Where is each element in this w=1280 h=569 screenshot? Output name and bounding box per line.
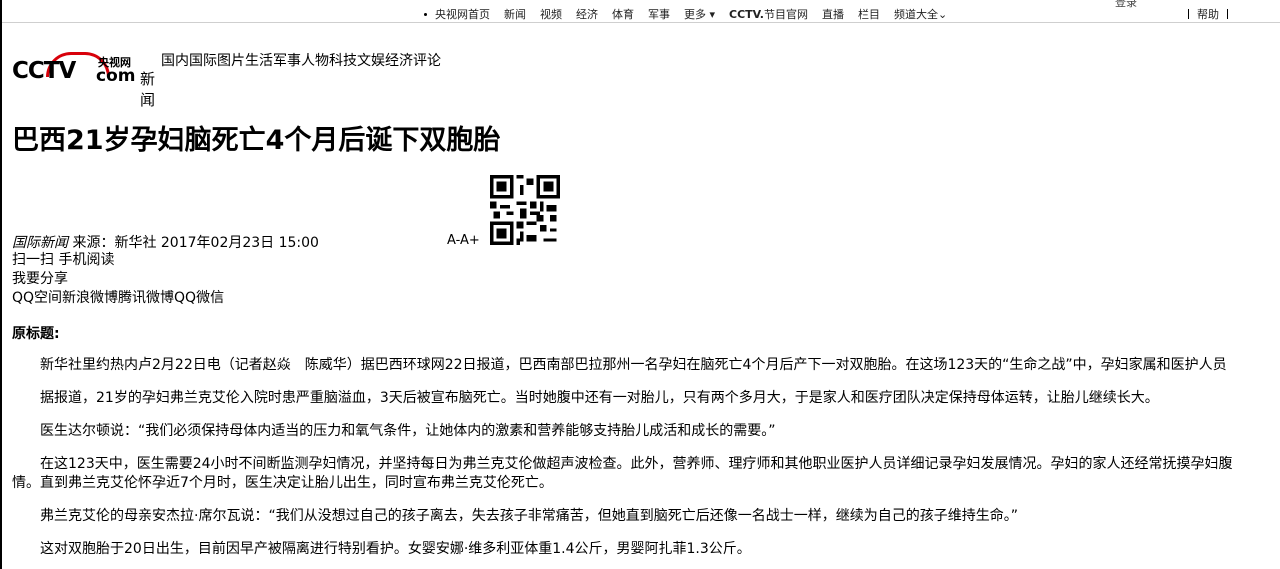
top-nav: 央视网首页 新闻 视频 经济 体育 军事 更多 ▾ CCTV. 节目官网 直播 …: [424, 6, 961, 22]
paragraph: 在这123天中，医生需要24小时不间断监测孕妇情况，并坚持每日为弗兰克艾伦做超声…: [40, 456, 1233, 472]
nav-more-label: 更多: [684, 8, 706, 21]
section-label[interactable]: 国际新闻: [12, 235, 68, 251]
nav-columns[interactable]: 栏目: [858, 6, 880, 22]
paragraph: 弗兰克艾伦的母亲安杰拉·席尔瓦说：“我们从没想过自己的孩子离去，失去孩子非常痛苦…: [40, 508, 1018, 524]
cctv-brand-logo: CCTV.: [729, 7, 764, 21]
logo-com-text: com: [96, 66, 136, 86]
cctv-logo[interactable]: CCTV 央视网 com 新闻: [12, 52, 162, 109]
category-nav[interactable]: 国内国际图片生活军事人物科技文娱经济评论: [161, 50, 441, 70]
logo-xinwen-text: 新闻: [140, 70, 156, 109]
paragraph: 新华社里约热内卢2月22日电（记者赵焱 陈威华）据巴西环球网22日报道，巴西南部…: [40, 357, 1227, 373]
bullet-icon: [424, 12, 427, 16]
nav-channels[interactable]: 频道大全⌄: [894, 6, 947, 22]
chevron-down-icon: ▾: [709, 8, 716, 21]
paragraph: 据报道，21岁的孕妇弗兰克艾伦入院时患严重脑溢血，3天后被宣布脑死亡。当时她腹中…: [40, 390, 1159, 406]
top-bar: 登录 央视网首页 新闻 视频 经济 体育 军事 更多 ▾ CCTV. 节目官网 …: [0, 0, 1280, 569]
mobile-read-label: 扫一扫 手机阅读: [12, 252, 115, 268]
source-date: 来源：新华社 2017年02月23日 15:00: [72, 235, 319, 251]
nav-video[interactable]: 视频: [540, 6, 562, 22]
top-right: 帮助: [1180, 6, 1236, 22]
article-body: 新华社里约热内卢2月22日电（记者赵焱 陈威华）据巴西环球网22日报道，巴西南部…: [12, 356, 1280, 559]
divider: [1188, 9, 1189, 19]
nav-military[interactable]: 军事: [648, 6, 670, 22]
paragraph-continuation: 情。直到弗兰克艾伦怀孕近7个月时，医生决定让胎儿出生，同时宣布弗兰克艾伦死亡。: [12, 475, 553, 491]
qr-code-icon: [490, 175, 560, 245]
article-title: 巴西21岁孕妇脑死亡4个月后诞下双胞胎: [12, 125, 501, 156]
left-edge-line: [0, 0, 2, 569]
font-size-controls[interactable]: A-A+: [447, 233, 480, 248]
share-block: 扫一扫 手机阅读 我要分享 QQ空间新浪微博腾讯微博QQ微信: [12, 251, 224, 308]
login-link[interactable]: 登录: [1115, 0, 1137, 10]
help-link[interactable]: 帮助: [1197, 6, 1219, 22]
nav-more[interactable]: 更多 ▾: [684, 6, 715, 22]
nav-channels-label: 频道大全: [893, 8, 938, 21]
divider: [1227, 9, 1228, 19]
logo-cctv-text: CCTV: [12, 58, 76, 84]
nav-news[interactable]: 新闻: [504, 6, 526, 22]
paragraph: 医生达尔顿说：“我们必须保持母体内适当的压力和氧气条件，让她体内的激素和营养能够…: [40, 423, 776, 439]
nav-program-site[interactable]: 节目官网: [764, 6, 808, 22]
nav-home[interactable]: 央视网首页: [435, 6, 490, 22]
share-links[interactable]: QQ空间新浪微博腾讯微博QQ微信: [12, 289, 224, 308]
chevron-down-icon: ⌄: [937, 8, 948, 21]
article-meta: 国际新闻 来源：新华社 2017年02月23日 15:00: [12, 232, 319, 252]
nav-sports[interactable]: 体育: [612, 6, 634, 22]
paragraph: 这对双胞胎于20日出生，目前因早产被隔离进行特别看护。女婴安娜·维多利亚体重1.…: [40, 541, 751, 557]
cctv-brand[interactable]: CCTV.: [729, 8, 764, 21]
nav-live[interactable]: 直播: [822, 6, 844, 22]
original-title-label: 原标题:: [12, 326, 60, 342]
share-label: 我要分享: [12, 271, 68, 287]
nav-economy[interactable]: 经济: [576, 6, 598, 22]
